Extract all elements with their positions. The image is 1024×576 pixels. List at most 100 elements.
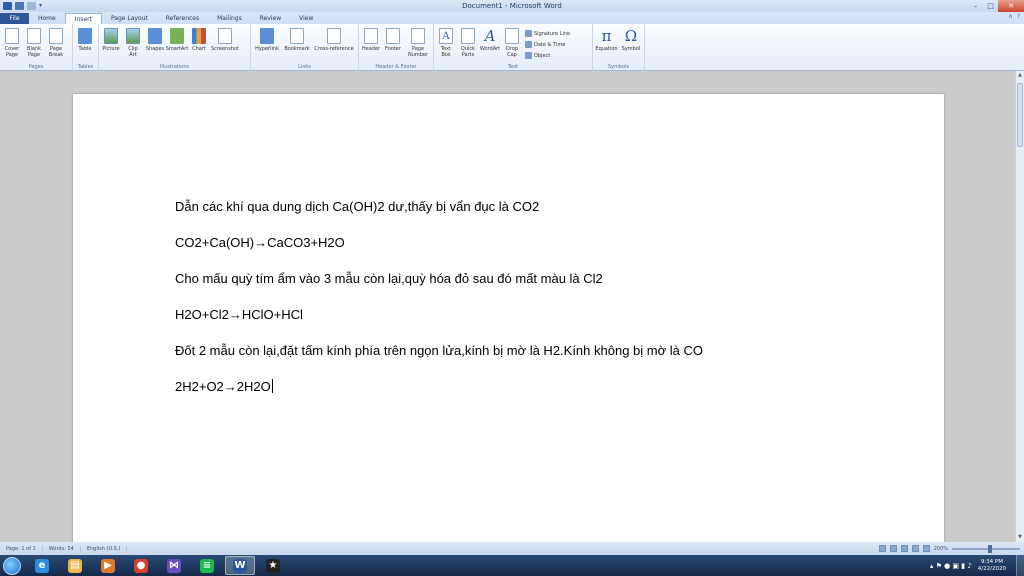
- object-icon: [525, 52, 532, 59]
- language-indicator[interactable]: English (U.S.): [81, 545, 128, 552]
- undo-icon[interactable]: [15, 2, 24, 10]
- zoom-slider-thumb[interactable]: [987, 544, 992, 553]
- start-button[interactable]: [3, 556, 21, 575]
- text-box-icon: A: [439, 28, 453, 44]
- scroll-down-icon[interactable]: ▼: [1016, 533, 1024, 542]
- redo-icon[interactable]: [27, 2, 36, 10]
- header-icon: [364, 28, 378, 44]
- date-time-button[interactable]: Date & Time: [525, 40, 570, 49]
- blank-page-icon: [27, 28, 41, 44]
- paragraph-2[interactable]: CO2+Ca(OH)→CaCO3+H2O: [175, 235, 345, 250]
- group-label-illustrations: Illustrations: [159, 64, 190, 70]
- taskbar-spotify[interactable]: ≡: [192, 556, 222, 575]
- document-page[interactable]: Dẫn các khí qua dung dịch Ca(OH)2 dư,thấ…: [73, 94, 944, 542]
- paragraph-1[interactable]: Dẫn các khí qua dung dịch Ca(OH)2 dư,thấ…: [175, 199, 539, 214]
- cover-page-icon: [5, 28, 19, 44]
- taskbar-word[interactable]: W: [225, 556, 255, 575]
- text-cursor: [271, 379, 273, 393]
- help-icon[interactable]: ?: [1017, 13, 1020, 20]
- ribbon-group-links: Hyperlink Bookmark Cross-reference Links: [251, 24, 359, 71]
- smartart-icon: [170, 28, 184, 44]
- paragraph-6[interactable]: 2H2+O2→2H2O: [175, 379, 273, 394]
- print-layout-icon[interactable]: [878, 545, 886, 552]
- ribbon-group-text: A Text Box Quick Parts A WordArt Drop Cap …: [434, 24, 593, 71]
- web-layout-icon[interactable]: [900, 545, 908, 552]
- document-workspace: Dẫn các khí qua dung dịch Ca(OH)2 dư,thấ…: [0, 71, 1015, 542]
- draft-icon[interactable]: [922, 545, 930, 552]
- customize-quick-access-icon[interactable]: ▾: [39, 2, 42, 10]
- vertical-scrollbar[interactable]: ▲ ▼: [1015, 71, 1024, 542]
- visual-studio-icon: ⋈: [167, 558, 181, 573]
- clock-date: 4/22/2020: [977, 565, 1006, 572]
- group-label-symbols: Symbols: [607, 64, 630, 70]
- tab-references[interactable]: References: [157, 13, 208, 24]
- paragraph-3[interactable]: Cho mấu quỳ tím ẩm vào 3 mẫu còn lại,quỳ…: [175, 271, 603, 286]
- signature-line-button[interactable]: Signature Line: [525, 29, 570, 38]
- taskbar-internet-explorer[interactable]: e: [27, 556, 57, 575]
- tab-review[interactable]: Review: [251, 13, 290, 24]
- object-button[interactable]: Object: [525, 51, 570, 60]
- window-title: Document1 - Microsoft Word: [462, 2, 562, 10]
- taskbar-star-app[interactable]: ★: [258, 556, 288, 575]
- word-count[interactable]: Words: 54: [43, 545, 81, 552]
- bookmark-icon: [290, 28, 304, 44]
- full-screen-reading-icon[interactable]: [889, 545, 897, 552]
- tab-file[interactable]: File: [0, 13, 29, 24]
- tab-view[interactable]: View: [290, 13, 322, 24]
- star-app-icon: ★: [266, 558, 280, 573]
- quick-parts-icon: [461, 28, 475, 44]
- minimize-button[interactable]: –: [968, 0, 983, 12]
- taskbar-chrome[interactable]: ●: [126, 556, 156, 575]
- clock-time: 9:34 PM: [980, 558, 1003, 565]
- paragraph-5[interactable]: Đốt 2 mẫu còn lại,đặt tấm kính phía trên…: [175, 343, 703, 358]
- ribbon-group-tables: Table Tables: [73, 24, 99, 71]
- group-label-header-footer: Header & Footer: [375, 64, 417, 70]
- wordart-icon: A: [484, 27, 496, 45]
- tab-insert[interactable]: Insert: [64, 13, 102, 24]
- group-label-pages: Pages: [28, 64, 44, 70]
- paragraph-4[interactable]: H2O+Cl2→HClO+HCl: [175, 307, 303, 322]
- save-icon[interactable]: [3, 2, 12, 10]
- scroll-thumb[interactable]: [1017, 83, 1023, 147]
- system-tray: ▴ ⚑ ● ▣ ▮ ♪ 9:34 PM 4/22/2020: [930, 555, 1024, 576]
- taskbar-file-explorer[interactable]: ▤: [60, 556, 90, 575]
- group-label-text: Text: [507, 64, 519, 70]
- quick-access-toolbar: ▾: [0, 2, 42, 10]
- title-bar: ▾ Document1 - Microsoft Word – □ ✕: [0, 0, 1024, 12]
- page-break-icon: [49, 28, 63, 44]
- ribbon-group-illustrations: Picture Clip Art Shapes SmartArt Chart S…: [99, 24, 251, 71]
- page-count[interactable]: Page: 1 of 1: [0, 545, 43, 552]
- page-number-icon: [411, 28, 425, 44]
- paragraph-6-text: 2H2+O2→2H2O: [175, 379, 271, 394]
- internet-explorer-icon: e: [35, 558, 49, 573]
- scroll-up-icon[interactable]: ▲: [1016, 71, 1024, 80]
- group-label-links: Links: [298, 64, 311, 70]
- tray-icons[interactable]: ▴ ⚑ ● ▣ ▮ ♪: [930, 562, 972, 570]
- group-label-tables: Tables: [77, 64, 94, 70]
- ribbon-help-area: ∧ ?: [1008, 13, 1020, 20]
- tab-mailings[interactable]: Mailings: [208, 13, 251, 24]
- hyperlink-icon: [260, 28, 274, 44]
- zoom-level[interactable]: 200%: [934, 546, 948, 552]
- clip-art-icon: [126, 28, 140, 44]
- signature-line-icon: [525, 30, 532, 37]
- tab-page-layout[interactable]: Page Layout: [102, 13, 157, 24]
- clock[interactable]: 9:34 PM 4/22/2020: [978, 559, 1006, 573]
- file-explorer-icon: ▤: [68, 558, 82, 573]
- spotify-icon: ≡: [200, 558, 214, 573]
- maximize-button[interactable]: □: [983, 0, 998, 12]
- tab-home[interactable]: Home: [29, 13, 65, 24]
- status-bar: Page: 1 of 1 Words: 54 English (U.S.) 20…: [0, 542, 1024, 555]
- zoom-slider[interactable]: [952, 544, 1020, 553]
- outline-icon[interactable]: [911, 545, 919, 552]
- close-button[interactable]: ✕: [998, 0, 1024, 12]
- omega-icon: Ω: [624, 27, 638, 45]
- ribbon: Cover Page Blank Page Page Break Pages T…: [0, 24, 1024, 71]
- ribbon-group-pages: Cover Page Blank Page Page Break Pages: [0, 24, 73, 71]
- show-desktop-button[interactable]: [1016, 555, 1024, 576]
- taskbar-visual-studio[interactable]: ⋈: [159, 556, 189, 575]
- chrome-icon: ●: [134, 558, 148, 573]
- taskbar-media-player[interactable]: ▶: [93, 556, 123, 575]
- minimize-ribbon-icon[interactable]: ∧: [1008, 13, 1012, 20]
- view-zoom-controls: 200%: [878, 544, 1020, 553]
